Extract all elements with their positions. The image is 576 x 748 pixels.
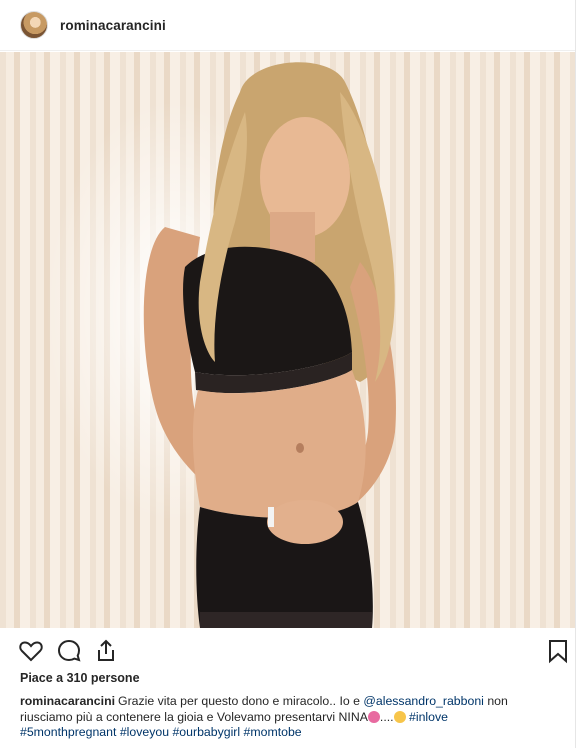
post-photo[interactable] — [0, 52, 575, 628]
avatar[interactable] — [20, 11, 48, 39]
post-caption: rominacarancini Grazie vita per questo do… — [20, 694, 540, 741]
heart-icon[interactable] — [18, 638, 44, 664]
post-header: rominacarancini — [0, 0, 575, 51]
post-actions — [0, 628, 575, 674]
caption-hashtags-2[interactable]: #5monthpregnant #loveyou #ourbabygirl #m… — [20, 725, 302, 739]
smile-emoji — [393, 710, 406, 723]
comment-icon[interactable] — [56, 638, 82, 664]
photo-illustration — [143, 62, 396, 628]
post-card: rominacarancini Piace a 310 persone romi… — [0, 0, 576, 748]
flower-emoji — [367, 710, 380, 723]
share-icon[interactable] — [93, 638, 119, 664]
caption-hashtags-1[interactable]: #inlove — [406, 710, 448, 724]
caption-username[interactable]: rominacarancini — [20, 694, 115, 708]
likes-count[interactable]: Piace a 310 persone — [20, 671, 140, 685]
caption-text-1: Grazie vita per questo dono e miracolo..… — [118, 694, 364, 708]
caption-text-3: .... — [379, 709, 394, 724]
post-username[interactable]: rominacarancini — [60, 18, 166, 33]
caption-mention[interactable]: @alessandro_rabboni — [363, 694, 484, 708]
bookmark-icon[interactable] — [545, 638, 571, 664]
